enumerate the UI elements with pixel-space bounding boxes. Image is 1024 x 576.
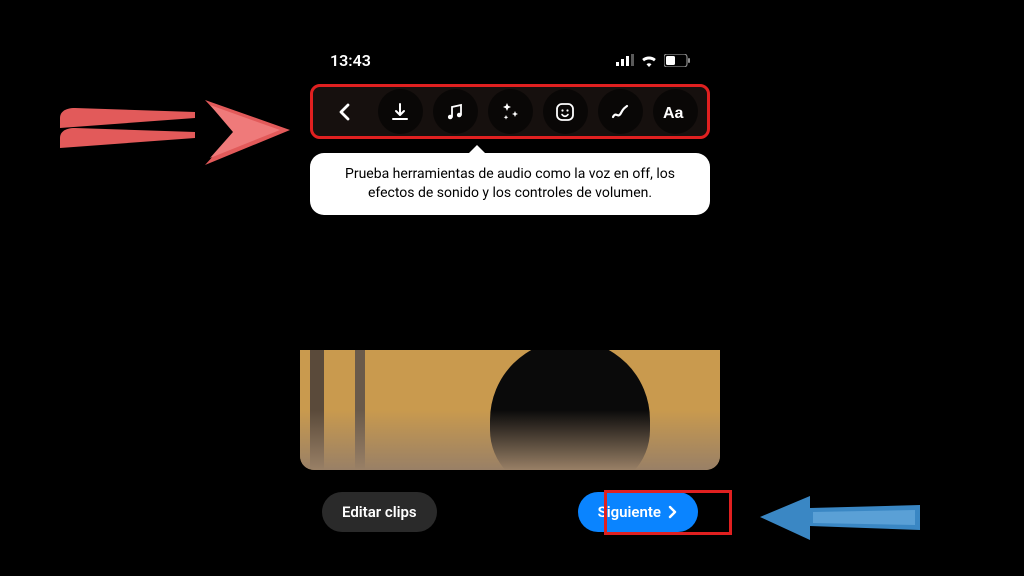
- status-bar: 13:43: [300, 44, 720, 76]
- arrow-annotation-blue: [755, 490, 925, 545]
- edit-clips-button[interactable]: Editar clips: [322, 492, 437, 532]
- next-button[interactable]: Siguiente: [578, 492, 698, 532]
- status-icons: [616, 54, 690, 67]
- status-time: 13:43: [330, 51, 371, 70]
- svg-text:Aa: Aa: [663, 105, 684, 122]
- chevron-right-icon: [667, 505, 678, 519]
- wifi-icon: [640, 54, 658, 67]
- signal-icon: [616, 54, 634, 66]
- effects-button[interactable]: [488, 89, 533, 134]
- audio-button[interactable]: [433, 89, 478, 134]
- draw-button[interactable]: [598, 89, 643, 134]
- editor-toolbar-wrap: Aa: [310, 84, 710, 139]
- download-button[interactable]: [378, 89, 423, 134]
- phone-top-section: 13:43: [300, 38, 720, 253]
- text-button[interactable]: Aa: [653, 89, 698, 134]
- video-preview-clip: [300, 350, 720, 470]
- tooltip-text: Prueba herramientas de audio como la voz…: [345, 166, 675, 201]
- bottom-actions: Editar clips Siguiente: [300, 470, 720, 532]
- phone-bottom-section: Editar clips Siguiente: [300, 350, 720, 565]
- next-label: Siguiente: [598, 503, 661, 521]
- arrow-annotation-red: [55, 90, 295, 180]
- audio-tooltip: Prueba herramientas de audio como la voz…: [310, 153, 710, 215]
- battery-icon: [664, 54, 690, 67]
- sticker-button[interactable]: [543, 89, 588, 134]
- edit-clips-label: Editar clips: [342, 503, 417, 521]
- back-button[interactable]: [323, 89, 368, 134]
- editor-toolbar: Aa: [310, 84, 710, 139]
